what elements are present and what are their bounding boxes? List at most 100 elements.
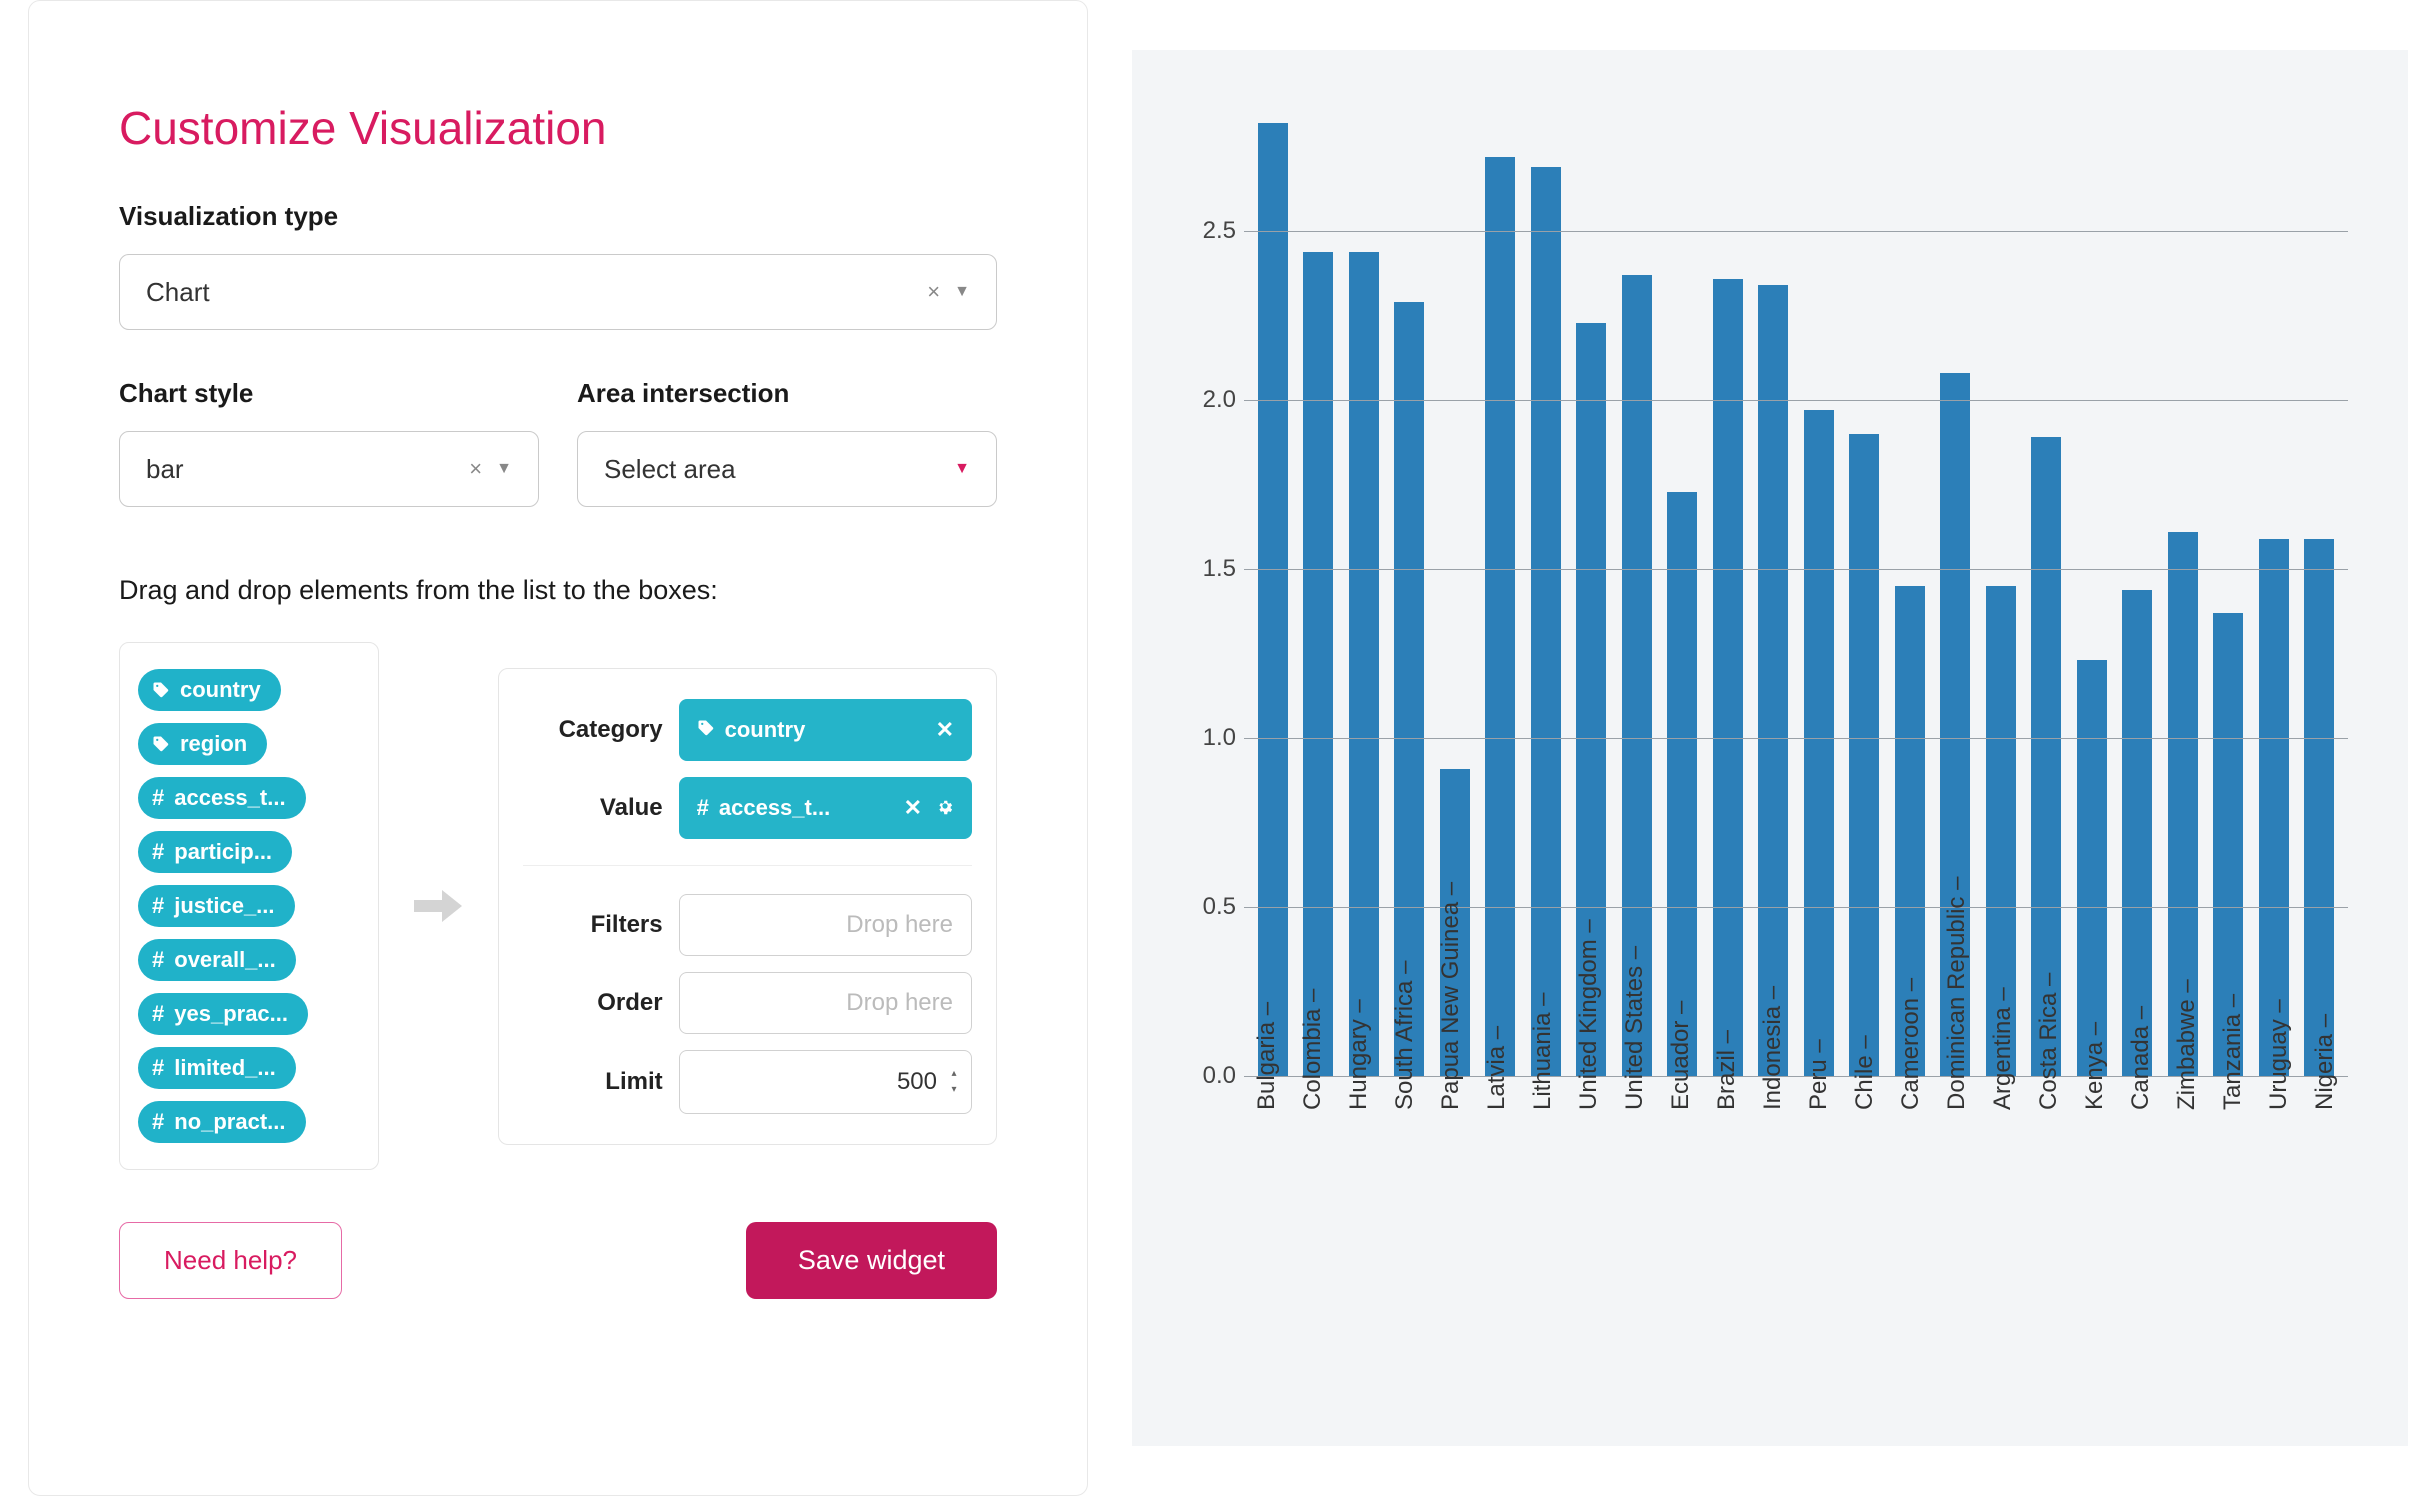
gridline [1244,400,2348,401]
bar[interactable] [1258,123,1288,1076]
gridline [1244,569,2348,570]
limit-value: 500 [897,1068,937,1096]
chart-preview: 0.00.51.01.52.02.5 Bulgaria –Colombia –H… [1132,50,2408,1446]
x-tick-label: Papua New Guinea – [1428,1096,1474,1406]
category-drop-target[interactable]: country ✕ [679,699,972,761]
step-up-icon[interactable]: ▴ [945,1067,963,1081]
x-tick-label: Costa Rica – [2026,1096,2072,1406]
field-tag[interactable]: #no_pract... [138,1101,306,1143]
bar[interactable] [2122,590,2152,1077]
drop-zone: Category country ✕ Value # access_t... ✕ [498,668,997,1145]
field-tag[interactable]: #justice_... [138,885,295,927]
bar[interactable] [2259,539,2289,1076]
x-tick-label: Tanzania – [2210,1096,2256,1406]
x-tick-label: Dominican Republic – [1934,1096,1980,1406]
bar[interactable] [2304,539,2334,1076]
x-tick-label: Zimbabwe – [2164,1096,2210,1406]
bar-column [1387,130,1433,1076]
chevron-down-icon[interactable]: ▼ [954,460,970,478]
chart-style-label: Chart style [119,378,539,409]
bar[interactable] [1804,410,1834,1076]
x-tick-label: Nigeria – [2302,1096,2348,1406]
field-tag[interactable]: #limited_... [138,1047,296,1089]
x-tick-label: Brazil – [1704,1096,1750,1406]
save-widget-button[interactable]: Save widget [746,1222,997,1299]
area-label: Area intersection [577,378,997,409]
remove-icon[interactable]: ✕ [936,717,954,743]
field-tag-label: country [180,677,261,703]
bar[interactable] [1667,492,1697,1076]
bar[interactable] [1531,167,1561,1076]
clear-icon[interactable]: × [469,456,482,482]
bar[interactable] [1485,157,1515,1076]
field-tag-label: justice_... [174,893,274,919]
field-tag-label: region [180,731,247,757]
area-placeholder: Select area [604,454,954,485]
bar-column [1614,130,1660,1076]
field-tag[interactable]: #yes_prac... [138,993,308,1035]
viz-type-controls: × ▼ [927,279,970,305]
limit-label: Limit [523,1068,663,1096]
remove-icon[interactable]: ✕ [904,795,922,821]
x-tick-label: Kenya – [2072,1096,2118,1406]
panel-title: Customize Visualization [119,101,997,155]
limit-input[interactable]: 500 ▴ ▾ [679,1050,972,1114]
hash-icon: # [152,1001,164,1027]
bar-column [2069,130,2115,1076]
drop-placeholder: Drop here [846,989,953,1017]
bar-column [1478,130,1524,1076]
chevron-down-icon[interactable]: ▼ [496,460,512,478]
field-tag[interactable]: region [138,723,267,765]
x-tick-label: South Africa – [1382,1096,1428,1406]
chevron-down-icon[interactable]: ▼ [954,283,970,301]
bar[interactable] [1849,434,1879,1076]
bar-column [2251,130,2297,1076]
hash-icon: # [697,795,709,821]
bar-column [1842,130,1888,1076]
field-tag-label: limited_... [174,1055,275,1081]
area-select[interactable]: Select area ▼ [577,431,997,507]
x-tick-label: Hungary – [1336,1096,1382,1406]
clear-icon[interactable]: × [927,279,940,305]
y-tick-label: 0.5 [1203,893,1236,921]
filters-label: Filters [523,911,663,939]
field-tag[interactable]: #overall_... [138,939,296,981]
x-tick-label: Cameroon – [1888,1096,1934,1406]
x-tick-label: Argentina – [1980,1096,2026,1406]
bar[interactable] [1713,279,1743,1076]
need-help-button[interactable]: Need help? [119,1222,342,1299]
bar-column [1887,130,1933,1076]
bar-column [1660,130,1706,1076]
drag-zone: countryregion#access_t...#particip...#ju… [119,642,997,1170]
step-down-icon[interactable]: ▾ [945,1083,963,1097]
field-tag[interactable]: #access_t... [138,777,306,819]
x-axis-labels: Bulgaria –Colombia –Hungary –South Afric… [1244,1096,2348,1406]
number-stepper[interactable]: ▴ ▾ [945,1067,963,1097]
bar[interactable] [2077,660,2107,1076]
viz-type-value: Chart [146,277,927,308]
bar[interactable] [1349,252,1379,1076]
field-tag[interactable]: country [138,669,281,711]
filters-drop-target[interactable]: Drop here [679,894,972,956]
field-tag[interactable]: #particip... [138,831,292,873]
customize-panel: Customize Visualization Visualization ty… [28,0,1088,1496]
x-tick-label: Ecuador – [1658,1096,1704,1406]
gear-icon[interactable] [936,795,954,821]
arrow-right-icon [409,886,468,926]
x-tick-label: Bulgaria – [1244,1096,1290,1406]
y-tick-label: 1.5 [1203,555,1236,583]
chart-style-select[interactable]: bar × ▼ [119,431,539,507]
order-drop-target[interactable]: Drop here [679,972,972,1034]
bar[interactable] [1303,252,1333,1076]
field-tag-label: no_pract... [174,1109,285,1135]
x-tick-label: Chile – [1842,1096,1888,1406]
value-drop-target[interactable]: # access_t... ✕ [679,777,972,839]
hash-icon: # [152,947,164,973]
y-tick-label: 2.5 [1203,217,1236,245]
viz-type-select[interactable]: Chart × ▼ [119,254,997,330]
bar-column [2297,130,2343,1076]
x-tick-label: Canada – [2118,1096,2164,1406]
bar[interactable] [1758,285,1788,1076]
bar-column [1751,130,1797,1076]
y-tick-label: 0.0 [1203,1062,1236,1090]
